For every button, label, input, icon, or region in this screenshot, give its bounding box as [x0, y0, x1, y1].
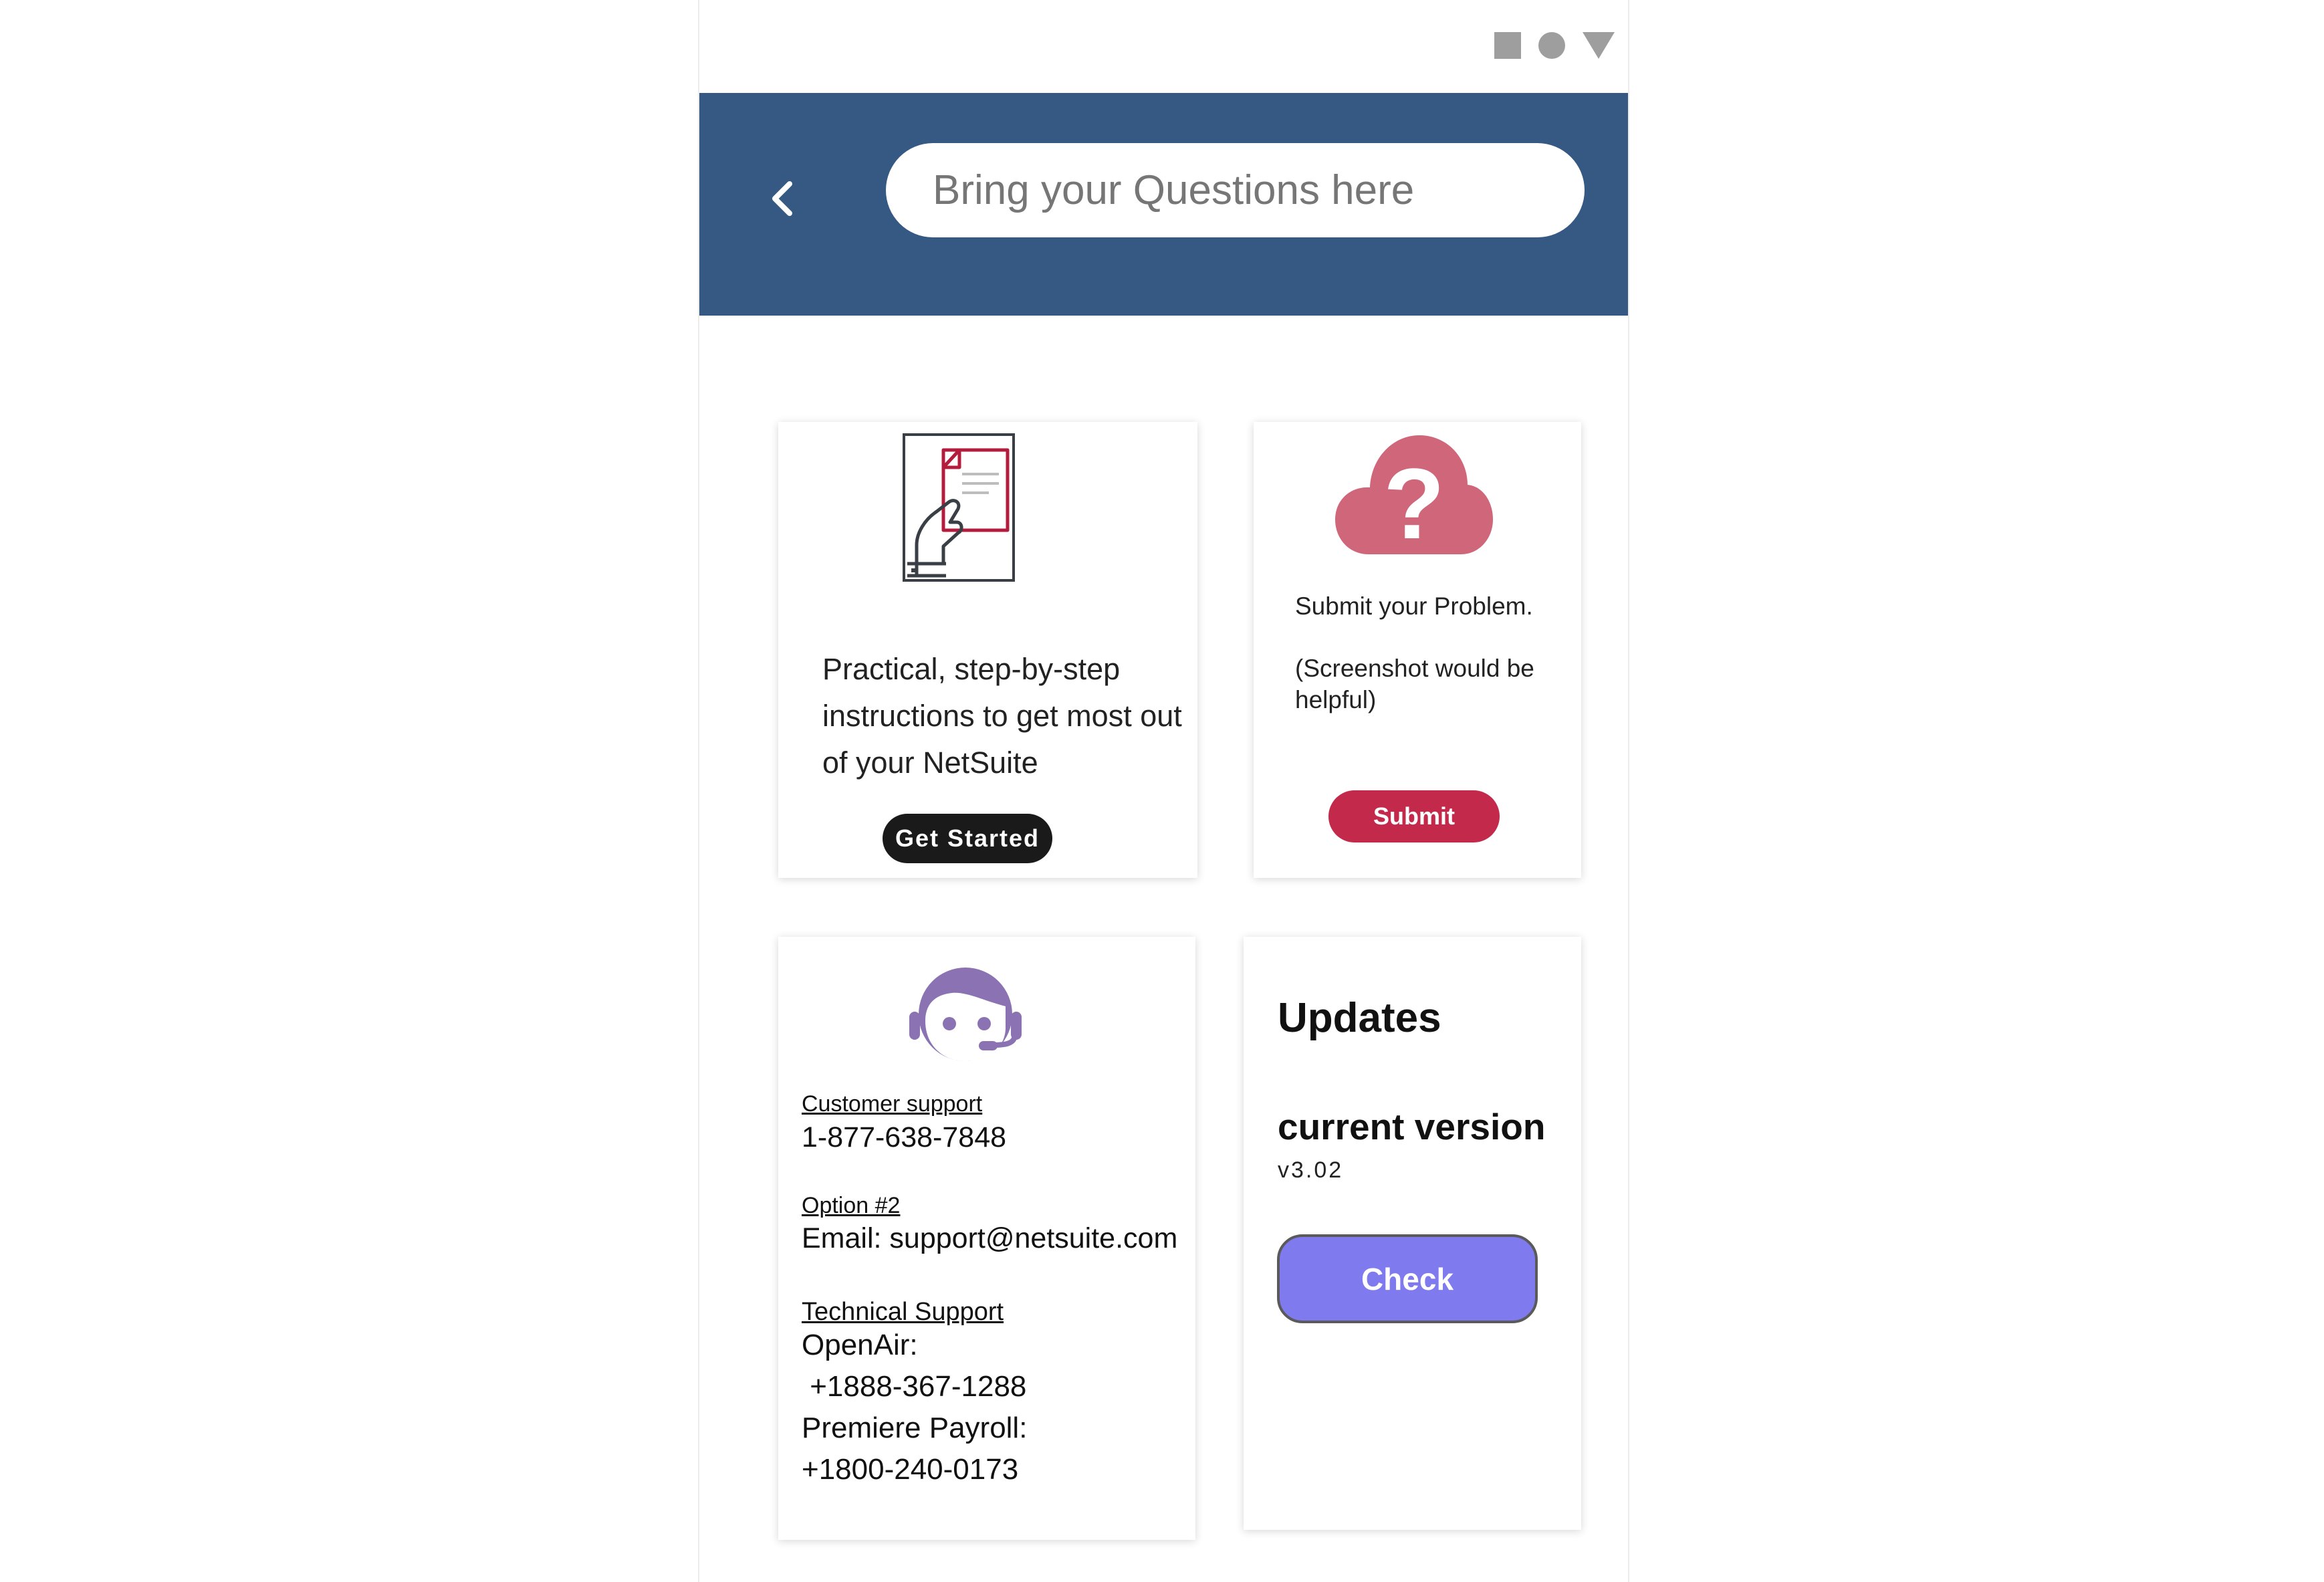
submit-line-2: (Screenshot would be helpful) — [1295, 655, 1534, 713]
chevron-left-icon — [772, 181, 792, 216]
premiere-payroll-label: Premiere Payroll: — [802, 1411, 1028, 1444]
submit-line-1: Submit your Problem. — [1295, 592, 1533, 620]
phone-screen: Practical, step-by-step instructions to … — [698, 0, 1629, 1582]
customer-support-link[interactable]: Customer support — [802, 1091, 982, 1117]
openair-phone: +1888-367-1288 — [802, 1370, 1027, 1403]
customer-support-phone: 1-877-638-7848 — [802, 1121, 1007, 1153]
guide-description: Practical, step-by-step instructions to … — [822, 652, 1182, 780]
triangle-icon — [1583, 32, 1615, 59]
square-icon — [1494, 32, 1521, 59]
app-header — [699, 93, 1628, 316]
submit-button[interactable]: Submit — [1328, 790, 1500, 842]
openair-label: OpenAir: — [802, 1329, 918, 1361]
premiere-payroll-phone: +1800-240-0173 — [802, 1453, 1019, 1486]
support-card: Customer support 1-877-638-7848 Option #… — [778, 937, 1195, 1540]
check-updates-button[interactable]: Check — [1277, 1234, 1538, 1323]
hand-document-icon — [903, 433, 1015, 582]
search-input[interactable] — [886, 143, 1585, 237]
status-bar — [1494, 32, 1615, 59]
technical-support-link[interactable]: Technical Support — [802, 1298, 1004, 1327]
svg-text:?: ? — [1383, 447, 1445, 558]
cloud-question-icon: ? — [1335, 435, 1493, 558]
updates-title: Updates — [1278, 995, 1441, 1041]
option-2-link[interactable]: Option #2 — [802, 1193, 900, 1219]
version-number: v3.02 — [1278, 1157, 1344, 1183]
current-version-label: current version — [1278, 1106, 1546, 1147]
updates-card: Updates current version v3.02 Check — [1244, 937, 1581, 1530]
get-started-button[interactable]: Get Started — [883, 814, 1052, 863]
back-button[interactable] — [753, 165, 813, 232]
guide-card: Practical, step-by-step instructions to … — [778, 422, 1197, 878]
submit-instructions: Submit your Problem. (Screenshot would b… — [1295, 590, 1562, 715]
support-agent-icon — [909, 968, 1022, 1061]
submit-problem-card: ? Submit your Problem. (Screenshot would… — [1254, 422, 1581, 878]
support-email: Email: support@netsuite.com — [802, 1222, 1178, 1254]
circle-icon — [1538, 32, 1565, 59]
